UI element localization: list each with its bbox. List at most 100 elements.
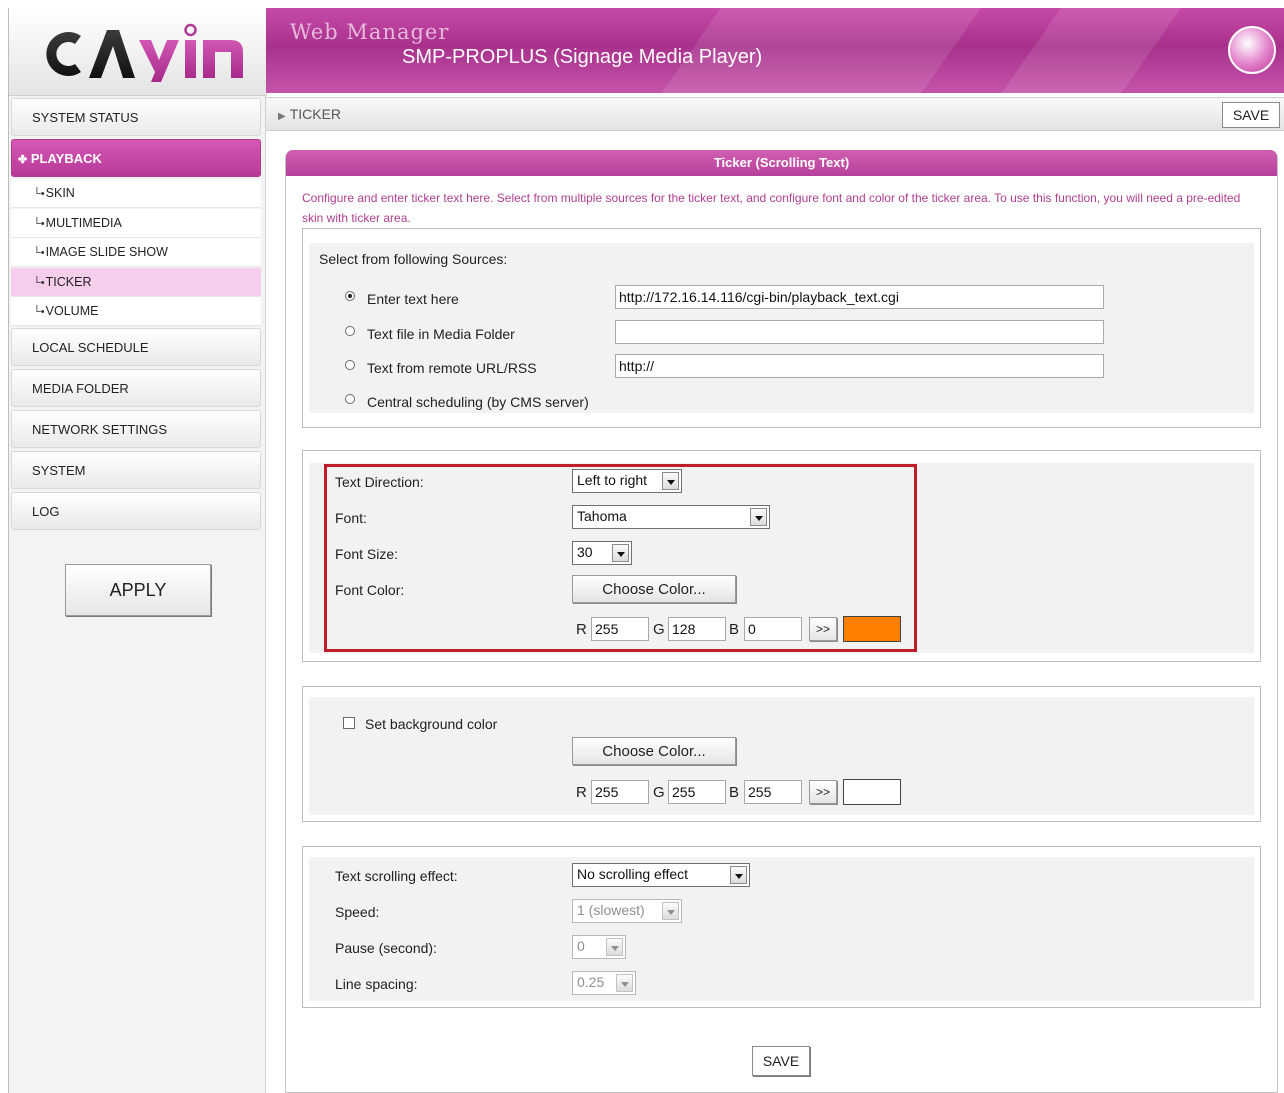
speed-select: 1 (slowest) xyxy=(572,899,682,923)
sidebar-subitem-volume[interactable]: └•VOLUME xyxy=(11,297,261,326)
sidebar-item-local-schedule[interactable]: LOCAL SCHEDULE xyxy=(11,328,261,366)
sidebar-item-label: NETWORK SETTINGS xyxy=(32,422,168,437)
background-color-label: Set background color xyxy=(365,716,498,732)
chevron-down-icon xyxy=(750,508,767,526)
font-color-swatch xyxy=(843,616,901,642)
sidebar-subitem-multimedia[interactable]: └•MULTIMEDIA xyxy=(11,209,261,238)
sidebar-item-media-folder[interactable]: MEDIA FOLDER xyxy=(11,369,261,407)
sidebar: SYSTEM STATUS ✤ PLAYBACK └•SKIN └•MULTIM… xyxy=(8,8,267,1093)
background-r-label: R xyxy=(576,784,587,801)
tree-branch-icon: └• xyxy=(33,218,45,230)
background-color-box: Set background color Choose Color... R G… xyxy=(302,686,1261,822)
panel-description: Configure and enter ticker text here. Se… xyxy=(302,191,1241,225)
line-spacing-select: 0.25 xyxy=(572,971,636,995)
font-g-input[interactable] xyxy=(668,617,726,641)
font-select[interactable]: Tahoma xyxy=(572,505,770,529)
background-choose-color-button[interactable]: Choose Color... xyxy=(572,737,736,765)
font-apply-rgb-button[interactable]: >> xyxy=(809,617,837,641)
sources-box: Select from following Sources: Enter tex… xyxy=(302,228,1261,428)
font-settings-box: Text Direction: Left to right Font: Taho… xyxy=(302,450,1261,662)
sidebar-subitem-ticker[interactable]: └•TICKER xyxy=(11,268,261,297)
logo-area xyxy=(9,8,267,96)
scrolling-effect-select[interactable]: No scrolling effect xyxy=(572,863,750,887)
sidebar-item-label: MEDIA FOLDER xyxy=(32,381,129,396)
sidebar-item-label: LOG xyxy=(32,504,60,519)
source-radio-remote-url[interactable] xyxy=(345,360,355,370)
background-color-inner: Set background color Choose Color... R G… xyxy=(309,697,1254,815)
background-b-input[interactable] xyxy=(744,780,802,804)
font-r-label: R xyxy=(576,621,587,638)
sidebar-item-label: LOCAL SCHEDULE xyxy=(32,340,149,355)
speed-label: Speed: xyxy=(335,904,380,920)
enter-text-input[interactable] xyxy=(615,285,1104,309)
chevron-down-icon xyxy=(612,544,629,562)
text-direction-value: Left to right xyxy=(577,472,648,488)
sources-inner: Select from following Sources: Enter tex… xyxy=(309,243,1254,413)
apply-button[interactable]: APPLY xyxy=(65,564,211,616)
sidebar-subitem-label: SKIN xyxy=(45,186,75,200)
font-label: Font: xyxy=(335,510,367,526)
background-color-swatch xyxy=(843,779,901,805)
scrolling-effect-value: No scrolling effect xyxy=(577,866,689,882)
remote-url-input[interactable] xyxy=(615,354,1104,378)
background-color-checkbox[interactable] xyxy=(343,717,355,729)
text-file-input[interactable] xyxy=(615,320,1104,344)
sidebar-item-log[interactable]: LOG xyxy=(11,492,261,530)
sidebar-subitem-label: IMAGE SLIDE SHOW xyxy=(45,245,168,259)
chevron-down-icon xyxy=(730,866,747,884)
sidebar-subitem-image-slide-show[interactable]: └•IMAGE SLIDE SHOW xyxy=(11,238,261,267)
source-radio-central-scheduling[interactable] xyxy=(345,394,355,404)
chevron-down-icon xyxy=(662,902,679,920)
sidebar-item-system[interactable]: SYSTEM xyxy=(11,451,261,489)
sidebar-item-label: PLAYBACK xyxy=(30,151,102,166)
sidebar-item-label: SYSTEM xyxy=(32,463,86,478)
playback-icon: ✤ xyxy=(18,154,28,166)
app-title: Web Manager xyxy=(290,20,450,44)
breadcrumb-arrow-icon: ▶ xyxy=(278,111,286,122)
line-spacing-label: Line spacing: xyxy=(335,976,418,992)
device-name: SMP-PROPLUS (Signage Media Player) xyxy=(402,46,763,68)
text-direction-select[interactable]: Left to right xyxy=(572,469,682,493)
source-radio-text-file[interactable] xyxy=(345,326,355,336)
font-settings-inner: Text Direction: Left to right Font: Taho… xyxy=(309,463,1254,653)
font-size-value: 30 xyxy=(577,544,593,560)
background-r-input[interactable] xyxy=(591,780,649,804)
save-button-bottom[interactable]: SAVE xyxy=(752,1046,810,1076)
tree-branch-icon: └• xyxy=(33,277,45,289)
sidebar-item-label: SYSTEM STATUS xyxy=(32,110,139,125)
pause-select: 0 xyxy=(572,935,626,959)
font-r-input[interactable] xyxy=(591,617,649,641)
font-size-select[interactable]: 30 xyxy=(572,541,632,565)
source-label-enter-text: Enter text here xyxy=(367,291,459,307)
speed-value: 1 (slowest) xyxy=(577,902,645,918)
breadcrumb-label: TICKER xyxy=(289,106,342,122)
background-b-label: B xyxy=(729,784,740,801)
chevron-down-icon xyxy=(662,472,679,490)
save-button-top[interactable]: SAVE xyxy=(1222,102,1280,128)
sidebar-item-playback[interactable]: ✤ PLAYBACK xyxy=(11,139,261,177)
font-value: Tahoma xyxy=(577,508,627,524)
font-g-label: G xyxy=(653,621,665,638)
tree-branch-icon: └• xyxy=(33,247,45,259)
font-b-label: B xyxy=(729,621,740,638)
sidebar-item-network-settings[interactable]: NETWORK SETTINGS xyxy=(11,410,261,448)
scrolling-effect-box: Text scrolling effect: No scrolling effe… xyxy=(302,846,1261,1008)
scrolling-effect-label: Text scrolling effect: xyxy=(335,868,458,884)
background-g-input[interactable] xyxy=(668,780,726,804)
sidebar-subitem-label: TICKER xyxy=(45,275,92,289)
banner-decoration xyxy=(976,8,1196,93)
chevron-down-icon xyxy=(606,938,623,956)
text-direction-label: Text Direction: xyxy=(335,474,424,490)
sidebar-item-system-status[interactable]: SYSTEM STATUS xyxy=(11,98,261,136)
sidebar-subitem-skin[interactable]: └•SKIN xyxy=(11,179,261,208)
sidebar-subitem-label: VOLUME xyxy=(45,304,99,318)
magic-wand-icon[interactable] xyxy=(1228,26,1276,74)
background-g-label: G xyxy=(653,784,665,801)
source-radio-enter-text[interactable] xyxy=(345,291,355,301)
cayin-logo xyxy=(46,23,243,82)
breadcrumb: ▶ TICKER xyxy=(278,106,341,122)
font-choose-color-button[interactable]: Choose Color... xyxy=(572,575,736,603)
font-b-input[interactable] xyxy=(744,617,802,641)
ticker-panel: Ticker (Scrolling Text) Configure and en… xyxy=(285,150,1278,1093)
background-apply-rgb-button[interactable]: >> xyxy=(809,780,837,804)
